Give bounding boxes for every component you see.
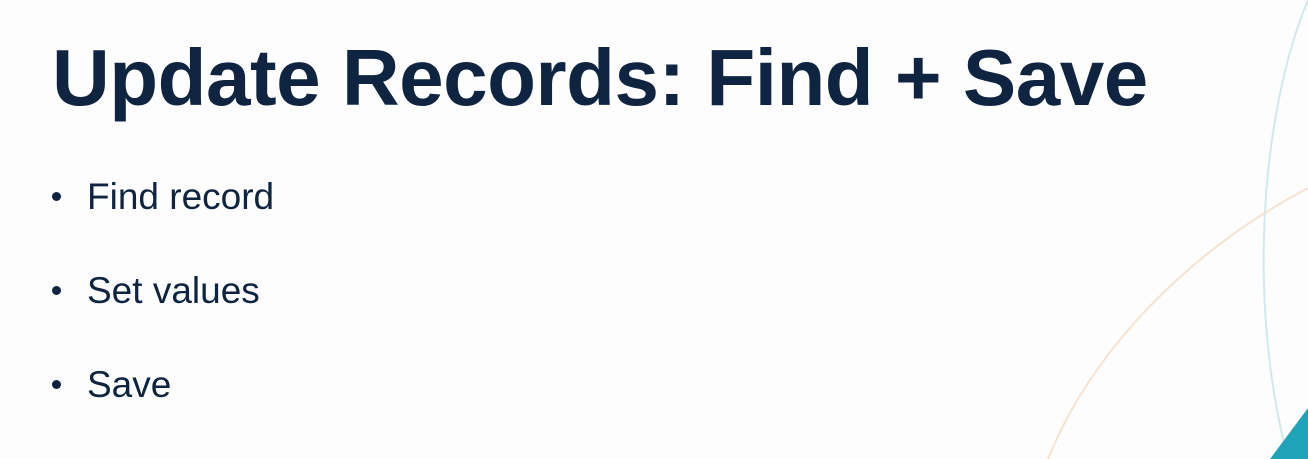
bullet-item-set-values: Set values <box>52 265 274 315</box>
bullet-dot <box>52 379 61 389</box>
presentation-slide: Update Records: Find + Save Find record … <box>0 0 1308 459</box>
bullet-text: Set values <box>87 269 260 311</box>
bullet-text: Find record <box>87 175 275 217</box>
bullet-dot <box>52 191 61 201</box>
teal-arc <box>1262 0 1308 459</box>
bullet-list: Find record Set values Save <box>52 171 274 453</box>
teal-corner-accent <box>1270 408 1308 459</box>
bullet-item-save: Save <box>52 359 274 409</box>
bullet-text: Save <box>87 363 172 405</box>
bullet-item-find-record: Find record <box>52 171 274 221</box>
slide-title: Update Records: Find + Save <box>52 33 1148 122</box>
peach-arc <box>1047 187 1308 459</box>
bullet-dot <box>52 285 61 295</box>
